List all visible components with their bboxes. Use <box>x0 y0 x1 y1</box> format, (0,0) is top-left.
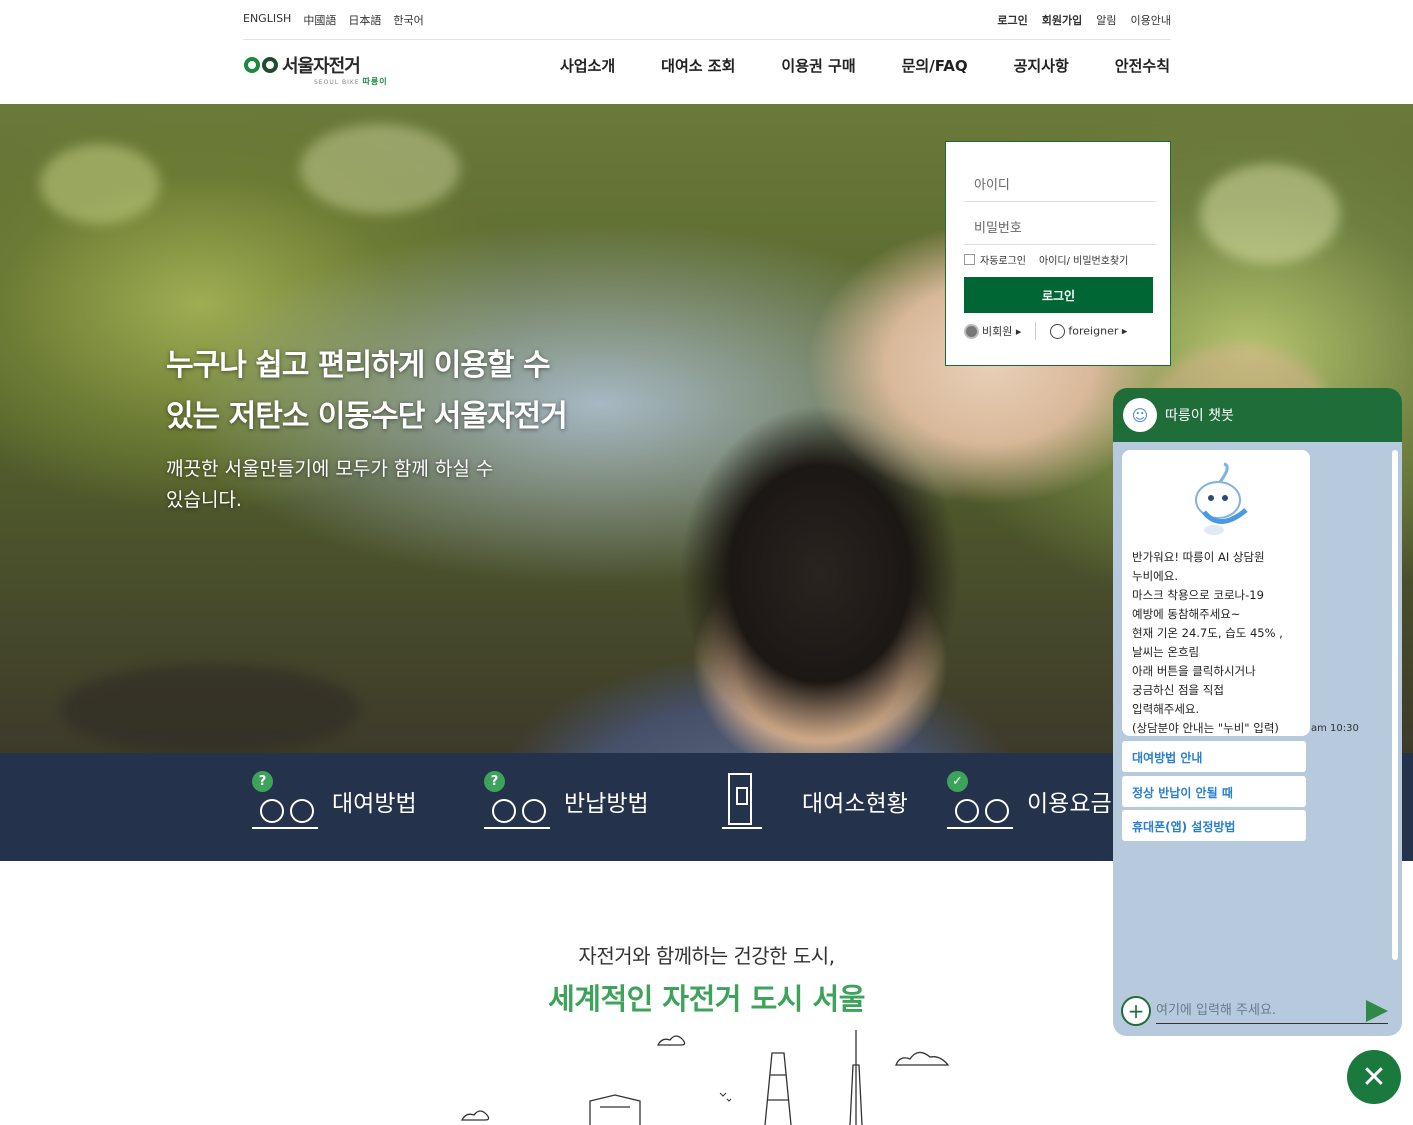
bike-check-icon: ✓ <box>947 771 1015 829</box>
divider <box>1035 322 1037 340</box>
password-input[interactable]: 비밀번호 <box>964 203 1156 245</box>
bike-question-icon: ? <box>252 771 320 829</box>
utility-bar: ENGLISH 中國語 日本語 한국어 로그인 회원가입 알림 이용안내 <box>243 0 1171 40</box>
quick-label: 이용요금 <box>1027 791 1112 817</box>
plus-icon[interactable]: + <box>1121 996 1151 1026</box>
hero-headline: 누구나 쉽고 편리하게 이용할 수 있는 저탄소 이동수단 서울자전거 <box>166 348 568 434</box>
signup-link[interactable]: 회원가입 <box>1042 12 1082 28</box>
hero-bokeh <box>1200 164 1340 264</box>
cloud-icon <box>895 1051 950 1066</box>
quick-fee-info[interactable]: ✓ 이용요금 <box>947 771 1112 829</box>
quick-label: 반납방법 <box>564 791 649 817</box>
login-link[interactable]: 로그인 <box>997 12 1027 28</box>
login-button[interactable]: 로그인 <box>964 277 1153 313</box>
chat-option-return-issue[interactable]: 정상 반납이 안될 때 <box>1122 776 1306 807</box>
cloud-icon <box>460 1110 490 1121</box>
quick-label: 대여방법 <box>332 791 417 817</box>
main-nav: 사업소개 대여소 조회 이용권 구매 문의/FAQ 공지사항 안전수칙 <box>560 55 1170 76</box>
kiosk-icon <box>722 773 790 829</box>
tower-icon <box>849 1030 863 1125</box>
globe-icon <box>1050 323 1066 339</box>
quick-label: 대여소현황 <box>802 791 908 817</box>
find-account-link[interactable]: 아이디/ 비밀번호찾기 <box>1039 252 1128 267</box>
lang-korean[interactable]: 한국어 <box>393 12 423 28</box>
message-timestamp: am 10:30 <box>1311 723 1359 734</box>
hero-bokeh <box>60 664 360 753</box>
building-icon <box>764 1052 792 1125</box>
chatbot-avatar-icon: ☺ <box>1123 398 1157 432</box>
close-chat-button[interactable]: ✕ <box>1347 1050 1401 1104</box>
nav-about[interactable]: 사업소개 <box>560 55 615 76</box>
building-icon <box>589 1094 641 1125</box>
bike-question-icon: ? <box>484 771 552 829</box>
nav-safety[interactable]: 안전수칙 <box>1115 55 1170 76</box>
account-links: 로그인 회원가입 알림 이용안내 <box>997 12 1171 28</box>
quick-station-status[interactable]: 대여소현황 <box>722 773 908 829</box>
chat-message-text: 반가워요! 따릉이 AI 상담원 누비에요. 마스크 착용으로 코로나-19 예… <box>1132 550 1283 735</box>
nav-ticket-purchase[interactable]: 이용권 구매 <box>781 55 855 76</box>
bird-icon <box>719 1092 732 1102</box>
chatbot-panel: ☺ 따릉이 챗봇 반가워요! 따릉이 AI 상담원 누비에요. 마스크 착용으로… <box>1113 388 1402 1036</box>
mascot-icon <box>1195 462 1248 535</box>
lang-english[interactable]: ENGLISH <box>243 12 291 28</box>
nav-notice[interactable]: 공지사항 <box>1014 55 1069 76</box>
auto-login-label[interactable]: 자동로그인 <box>980 252 1026 267</box>
city-skyline-illustration <box>460 1030 950 1125</box>
hero-bokeh <box>300 124 460 214</box>
quick-rental-guide[interactable]: ? 대여방법 <box>252 771 417 829</box>
chat-message-bubble: 반가워요! 따릉이 AI 상담원 누비에요. 마스크 착용으로 코로나-19 예… <box>1122 450 1310 736</box>
page: ENGLISH 中國語 日本語 한국어 로그인 회원가입 알림 이용안내 서울자… <box>0 0 1413 1125</box>
guest-login-link[interactable]: 비회원 ▸ <box>964 323 1021 340</box>
hero-bokeh <box>40 144 160 224</box>
logo-ring-icon <box>262 57 278 73</box>
chat-input-area: + <box>1113 964 1402 1036</box>
cloud-icon <box>656 1035 686 1046</box>
foreigner-login-link[interactable]: foreigner ▸ <box>1050 323 1127 339</box>
hero-subtext: 깨끗한 서울만들기에 모두가 함께 하실 수 있습니다. <box>166 458 494 511</box>
chat-option-app-setup[interactable]: 휴대폰(앱) 설정방법 <box>1122 810 1306 841</box>
site-logo[interactable]: 서울자전거 SEOUL BIKE 따릉이 <box>244 52 387 86</box>
login-box: 아이디 비밀번호 자동로그인 아이디/ 비밀번호찾기 로그인 비회원 ▸ for… <box>945 141 1171 366</box>
language-links: ENGLISH 中國語 日本語 한국어 <box>243 12 424 28</box>
notice-link[interactable]: 알림 <box>1096 12 1116 28</box>
logo-subtext: SEOUL BIKE 따릉이 <box>314 77 388 86</box>
logo-text: 서울자전거 <box>282 56 361 77</box>
nav-faq[interactable]: 문의/FAQ <box>902 55 968 76</box>
chat-scrollbar[interactable] <box>1392 450 1398 960</box>
lang-chinese[interactable]: 中國語 <box>303 12 336 28</box>
guide-link[interactable]: 이용안내 <box>1131 12 1171 28</box>
lang-japanese[interactable]: 日本語 <box>348 12 381 28</box>
nav-station-search[interactable]: 대여소 조회 <box>661 55 735 76</box>
close-icon: ✕ <box>1361 1059 1387 1095</box>
chatbot-header: ☺ 따릉이 챗봇 <box>1113 388 1402 442</box>
user-icon <box>964 324 979 340</box>
chat-input[interactable] <box>1156 998 1388 1024</box>
login-options: 자동로그인 아이디/ 비밀번호찾기 <box>964 252 1128 267</box>
send-icon[interactable] <box>1366 1000 1388 1022</box>
id-input[interactable]: 아이디 <box>964 160 1156 202</box>
auto-login-checkbox[interactable] <box>964 254 975 265</box>
alt-login: 비회원 ▸ foreigner ▸ <box>964 322 1127 340</box>
chat-option-rental[interactable]: 대여방법 안내 <box>1122 741 1306 772</box>
chatbot-title: 따릉이 챗봇 <box>1165 408 1234 424</box>
logo-ring-icon <box>244 57 260 73</box>
quick-return-guide[interactable]: ? 반납방법 <box>484 771 649 829</box>
